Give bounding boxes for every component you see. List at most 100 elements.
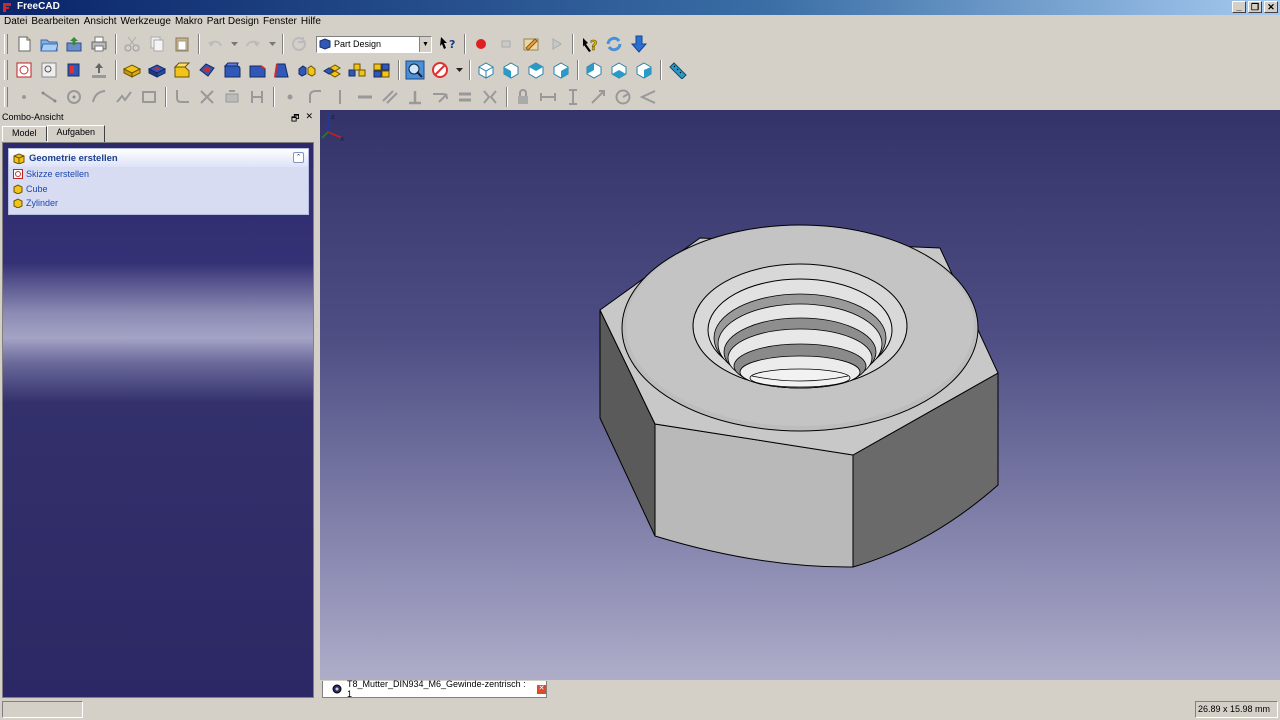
copy-button[interactable] bbox=[145, 33, 169, 55]
constrain-lock-button[interactable] bbox=[511, 86, 535, 108]
menu-makro[interactable]: Makro bbox=[175, 15, 207, 31]
restore-button[interactable]: ❐ bbox=[1248, 1, 1262, 13]
sketch-polyline-button[interactable] bbox=[112, 86, 136, 108]
measure-distance-button[interactable] bbox=[665, 59, 689, 81]
redo-button[interactable] bbox=[241, 33, 265, 55]
sketch-line-button[interactable] bbox=[37, 86, 61, 108]
undo-button[interactable] bbox=[203, 33, 227, 55]
minimize-button[interactable]: _ bbox=[1232, 1, 1246, 13]
view-left-button[interactable] bbox=[632, 59, 656, 81]
view-axonometric-button[interactable] bbox=[474, 59, 498, 81]
tab-model[interactable]: Model bbox=[2, 126, 47, 141]
constrain-vertical-distance-button[interactable] bbox=[561, 86, 585, 108]
constrain-perpendicular-button[interactable] bbox=[403, 86, 427, 108]
paste-button[interactable] bbox=[170, 33, 194, 55]
sketch-fillet-button[interactable] bbox=[170, 86, 194, 108]
new-document-button[interactable] bbox=[12, 33, 36, 55]
view-right-button[interactable] bbox=[549, 59, 573, 81]
view-top-button[interactable] bbox=[524, 59, 548, 81]
close-button[interactable]: ✕ bbox=[1264, 1, 1278, 13]
sketch-rectangle-button[interactable] bbox=[137, 86, 161, 108]
constrain-symmetric-button[interactable] bbox=[478, 86, 502, 108]
menu-bearbeiten[interactable]: Bearbeiten bbox=[31, 15, 83, 31]
constrain-vertical-button[interactable] bbox=[328, 86, 352, 108]
multi-transform-button[interactable] bbox=[370, 59, 394, 81]
sketch-point-button[interactable] bbox=[12, 86, 36, 108]
view-front-button[interactable] bbox=[499, 59, 523, 81]
float-panel-icon[interactable]: 🗗 bbox=[291, 111, 299, 127]
menu-ansicht[interactable]: Ansicht bbox=[84, 15, 121, 31]
task-item-cube[interactable]: Cube bbox=[9, 182, 308, 197]
sketch-trim-button[interactable] bbox=[195, 86, 219, 108]
macro-run-button[interactable] bbox=[544, 33, 568, 55]
view-rear-button[interactable] bbox=[582, 59, 606, 81]
polar-pattern-button[interactable] bbox=[345, 59, 369, 81]
sketch-arc-button[interactable] bbox=[87, 86, 111, 108]
toolbar-grip[interactable] bbox=[4, 87, 8, 107]
toolbar-grip[interactable] bbox=[4, 60, 8, 80]
new-sketch-button[interactable] bbox=[12, 59, 36, 81]
reorient-sketch-button[interactable] bbox=[87, 59, 111, 81]
pocket-button[interactable] bbox=[145, 59, 169, 81]
draw-style-dropdown[interactable] bbox=[453, 59, 465, 81]
copy-icon bbox=[150, 36, 164, 52]
refresh-button[interactable] bbox=[287, 33, 311, 55]
collapse-button[interactable]: ⌃ bbox=[293, 152, 304, 163]
recompute-button[interactable] bbox=[602, 33, 626, 55]
document-tab[interactable]: T8_Mutter_DIN934_M6_Gewinde-zentrisch : … bbox=[322, 679, 547, 699]
draw-style-button[interactable] bbox=[428, 59, 452, 81]
chamfer-button[interactable] bbox=[245, 59, 269, 81]
rectangle-icon bbox=[142, 91, 156, 103]
constrain-horizontal-distance-button[interactable] bbox=[536, 86, 560, 108]
sketch-external-button[interactable] bbox=[220, 86, 244, 108]
chevron-down-icon bbox=[268, 41, 276, 46]
task-item-skizze-erstellen[interactable]: Skizze erstellen bbox=[9, 167, 308, 182]
constrain-equal-button[interactable] bbox=[453, 86, 477, 108]
groove-button[interactable] bbox=[195, 59, 219, 81]
linear-pattern-button[interactable] bbox=[320, 59, 344, 81]
fillet-button[interactable] bbox=[220, 59, 244, 81]
constrain-point-on-object-button[interactable] bbox=[303, 86, 327, 108]
open-button[interactable] bbox=[37, 33, 61, 55]
download-button[interactable] bbox=[627, 33, 651, 55]
workbench-select[interactable]: Part Design ▼ bbox=[316, 35, 432, 53]
help-button[interactable]: ? bbox=[577, 33, 601, 55]
constrain-angle-button[interactable] bbox=[636, 86, 660, 108]
close-panel-icon[interactable]: ✕ bbox=[305, 111, 313, 127]
3d-viewport[interactable]: z x bbox=[320, 110, 1280, 680]
cut-button[interactable] bbox=[120, 33, 144, 55]
redo-dropdown[interactable] bbox=[266, 33, 278, 55]
constrain-horizontal-button[interactable] bbox=[353, 86, 377, 108]
menu-werkzeuge[interactable]: Werkzeuge bbox=[121, 15, 175, 31]
menu-datei[interactable]: Datei bbox=[4, 15, 31, 31]
revolution-button[interactable] bbox=[170, 59, 194, 81]
close-tab-icon[interactable]: ✕ bbox=[537, 684, 547, 694]
tab-aufgaben[interactable]: Aufgaben bbox=[46, 125, 106, 142]
print-button[interactable] bbox=[87, 33, 111, 55]
view-bottom-button[interactable] bbox=[607, 59, 631, 81]
whats-this-button[interactable]: ? bbox=[436, 33, 460, 55]
constrain-distance-button[interactable] bbox=[586, 86, 610, 108]
macro-edit-button[interactable] bbox=[519, 33, 543, 55]
sketch-construction-button[interactable] bbox=[245, 86, 269, 108]
view-sketch-button[interactable] bbox=[37, 59, 61, 81]
undo-dropdown[interactable] bbox=[228, 33, 240, 55]
constrain-tangent-button[interactable] bbox=[428, 86, 452, 108]
map-sketch-button[interactable] bbox=[62, 59, 86, 81]
macro-record-button[interactable] bbox=[469, 33, 493, 55]
menu-hilfe[interactable]: Hilfe bbox=[301, 15, 325, 31]
menu-part-design[interactable]: Part Design bbox=[207, 15, 263, 31]
pad-button[interactable] bbox=[120, 59, 144, 81]
toolbar-grip[interactable] bbox=[4, 34, 8, 54]
constrain-coincident-button[interactable] bbox=[278, 86, 302, 108]
sketch-circle-button[interactable] bbox=[62, 86, 86, 108]
constrain-parallel-button[interactable] bbox=[378, 86, 402, 108]
menu-fenster[interactable]: Fenster bbox=[263, 15, 301, 31]
draft-button[interactable] bbox=[270, 59, 294, 81]
constrain-radius-button[interactable] bbox=[611, 86, 635, 108]
macro-stop-button[interactable] bbox=[494, 33, 518, 55]
mirrored-button[interactable] bbox=[295, 59, 319, 81]
save-button[interactable] bbox=[62, 33, 86, 55]
view-fit-all-button[interactable] bbox=[403, 59, 427, 81]
task-item-zylinder[interactable]: Zylinder bbox=[9, 196, 308, 211]
